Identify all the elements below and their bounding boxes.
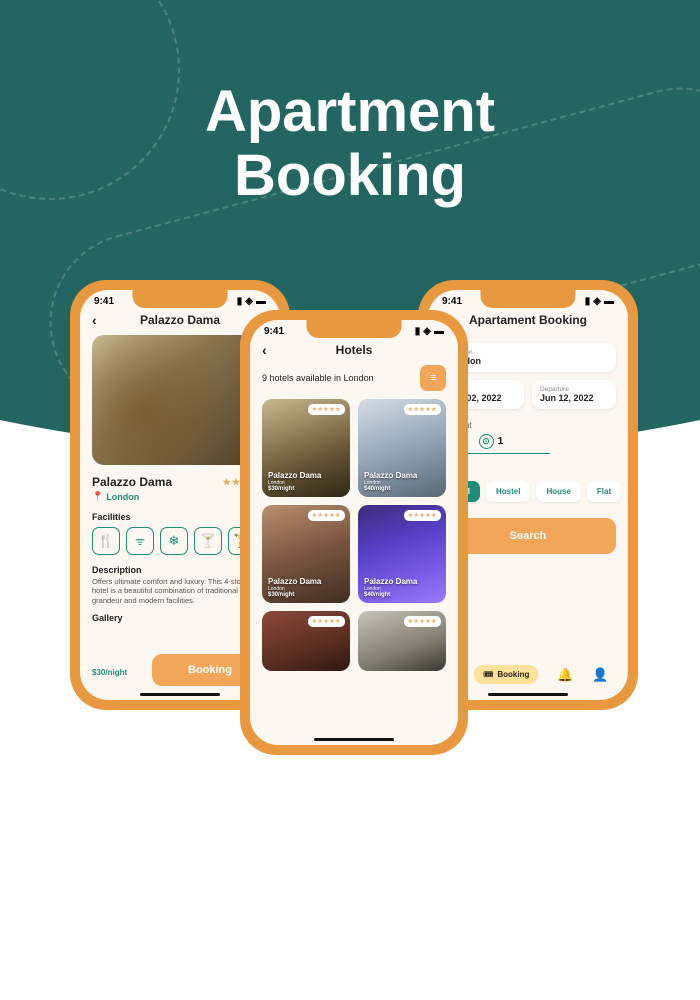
search-header-title: Apartament Booking (469, 313, 587, 327)
hotel-card[interactable]: ★★★★★ Palazzo DamaLondon$30/night (262, 399, 350, 497)
hotel-card[interactable]: ★★★★★ Palazzo DamaLondon$40/night (358, 399, 446, 497)
filter-button[interactable]: ≡ (420, 365, 446, 391)
tab-booking[interactable]: 🎟 Booking (474, 665, 538, 684)
status-indicators: ▮ ◈ ▬ (415, 326, 444, 337)
card-stars: ★★★★★ (404, 404, 441, 415)
battery-icon: ▬ (256, 296, 266, 307)
hotel-card[interactable]: ★★★★★ Palazzo DamaLondon$40/night (358, 505, 446, 603)
title-line-1: Apartment (205, 79, 495, 144)
availability-text: 9 hotels available in London (262, 373, 374, 383)
price-unit: /night (105, 668, 127, 677)
hotel-name: Palazzo Dama (92, 475, 172, 489)
home-indicator (314, 738, 394, 742)
location-label: Location (448, 349, 608, 356)
back-icon[interactable]: ‹ (92, 312, 97, 328)
status-time: 9:41 (442, 296, 462, 307)
phones-showcase: 9:41 ▮ ◈ ▬ ‹ Palazzo Dama Palazzo Dama ★… (0, 280, 700, 960)
list-header: ‹ Hotels (250, 337, 458, 365)
pin-icon: 📍 (92, 491, 103, 502)
marketing-title: Apartment Booking (0, 80, 700, 208)
card-stars: ★★★★★ (404, 616, 441, 627)
signal-icon: ▮ (237, 296, 243, 307)
phone-notch (307, 320, 402, 338)
departure-value: Jun 12, 2022 (540, 393, 608, 403)
back-icon[interactable]: ‹ (262, 342, 267, 358)
departure-field[interactable]: Departure Jun 12, 2022 (532, 380, 616, 409)
wifi-icon: ◈ (423, 326, 431, 337)
hotel-card[interactable]: ★★★★★ (262, 611, 350, 671)
phone-list: 9:41 ▮ ◈ ▬ ‹ Hotels 9 hotels available i… (240, 310, 468, 755)
price-value: $30/night (92, 662, 127, 679)
detail-header-title: Palazzo Dama (140, 313, 220, 327)
list-header-title: Hotels (336, 343, 373, 357)
chip-hostel[interactable]: Hostel (486, 481, 530, 502)
wifi-icon[interactable]: ᯤ (126, 527, 154, 555)
phone-notch (481, 290, 576, 308)
restaurant-icon[interactable]: 🍴 (92, 527, 120, 555)
tab-notifications[interactable]: 🔔 (557, 667, 573, 683)
signal-icon: ▮ (415, 326, 421, 337)
status-indicators: ▮ ◈ ▬ (237, 296, 266, 307)
signal-icon: ▮ (585, 296, 591, 307)
wifi-icon: ◈ (245, 296, 253, 307)
child-icon: ⊙ (479, 434, 494, 449)
filter-icon: ≡ (430, 372, 436, 384)
tab-booking-label: Booking (497, 670, 529, 679)
status-indicators: ▮ ◈ ▬ (585, 296, 614, 307)
phone-notch (133, 290, 228, 308)
hotel-card[interactable]: ★★★★★ (358, 611, 446, 671)
status-time: 9:41 (264, 326, 284, 337)
battery-icon: ▬ (604, 296, 614, 307)
card-stars: ★★★★★ (404, 510, 441, 521)
hotel-card[interactable]: ★★★★★ Palazzo DamaLondon$30/night (262, 505, 350, 603)
tab-profile[interactable]: 👤 (592, 667, 608, 683)
ac-icon[interactable]: ❄ (160, 527, 188, 555)
chip-house[interactable]: House (536, 481, 580, 502)
chip-camp[interactable]: Camp (627, 481, 628, 502)
title-line-2: Booking (234, 143, 466, 208)
bar-icon[interactable]: 🍸 (194, 527, 222, 555)
battery-icon: ▬ (434, 326, 444, 337)
chip-flat[interactable]: Flat (587, 481, 621, 502)
location-text: London (106, 492, 139, 502)
children-count: 1 (498, 436, 504, 447)
wifi-icon: ◈ (593, 296, 601, 307)
card-stars: ★★★★★ (308, 404, 345, 415)
hotels-grid: ★★★★★ Palazzo DamaLondon$30/night ★★★★★ … (250, 391, 458, 671)
home-indicator (140, 693, 220, 697)
ticket-icon: 🎟 (483, 670, 493, 679)
departure-label: Departure (540, 386, 608, 393)
location-value: London (448, 356, 608, 366)
home-indicator (488, 693, 568, 697)
status-time: 9:41 (94, 296, 114, 307)
card-stars: ★★★★★ (308, 616, 345, 627)
card-stars: ★★★★★ (308, 510, 345, 521)
